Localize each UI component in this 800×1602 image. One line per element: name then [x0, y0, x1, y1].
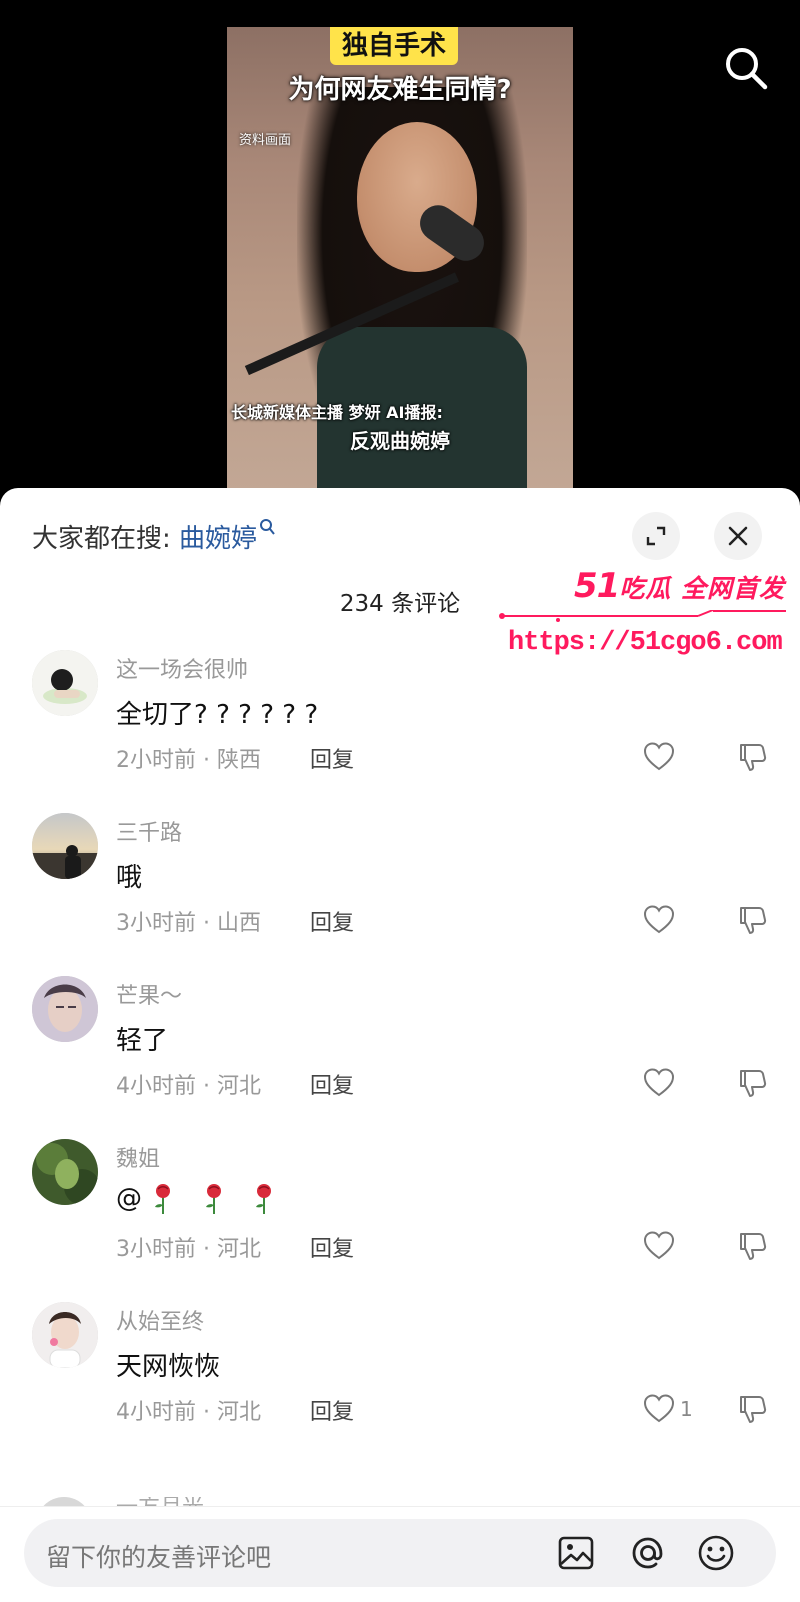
image-icon[interactable] — [556, 1533, 596, 1573]
reply-button[interactable]: 回复 — [310, 742, 354, 774]
comment-panel: 大家都在搜: 曲婉婷 234 条评论 51吃瓜 全网首发 https://51c… — [0, 488, 800, 1601]
comment-input-bar: 留下你的友善评论吧 — [0, 1506, 800, 1602]
watermark-brand: 51吃瓜 全网首发 — [574, 566, 786, 606]
video-caption-line2: 反观曲婉婷 — [350, 429, 450, 453]
comment-item: 魏姐 @ 3小时前 · 河北 回复 — [0, 1139, 800, 1299]
comment-username[interactable]: 芒果～ — [116, 978, 182, 1010]
heart-icon — [643, 1231, 675, 1260]
heart-icon — [643, 1394, 675, 1423]
comment-item: 芒果～ 轻了 4小时前 · 河北 回复 — [0, 976, 800, 1136]
rose-emoji-icon — [155, 1184, 171, 1214]
like-button[interactable] — [642, 1066, 680, 1100]
video-player[interactable]: 独自手术 为何网友难生同情? 资料画面 长城新媒体主播 梦妍 AI播报: 反观曲… — [227, 27, 573, 490]
comment-username[interactable]: 从始至终 — [116, 1304, 204, 1336]
mention-icon[interactable] — [628, 1533, 668, 1573]
close-button[interactable] — [714, 512, 762, 560]
rose-emoji-icon — [255, 1184, 271, 1214]
dislike-icon[interactable] — [736, 740, 770, 774]
close-icon — [728, 526, 748, 546]
comment-meta: 3小时前 · 山西 — [116, 911, 261, 936]
like-button[interactable] — [642, 740, 680, 774]
dislike-icon[interactable] — [736, 1229, 770, 1263]
rose-emoji-icon — [205, 1184, 221, 1214]
hot-search-prefix: 大家都在搜: — [32, 524, 180, 554]
video-source-label: 资料画面 — [239, 133, 292, 148]
dislike-icon[interactable] — [736, 1392, 770, 1426]
heart-icon — [643, 905, 675, 934]
like-button[interactable] — [642, 1229, 680, 1263]
comment-meta: 4小时前 · 河北 — [116, 1400, 261, 1425]
comment-item: 这一场会很帅 全切了? ? ? ? ? ? 2小时前 · 陕西 回复 — [0, 650, 800, 810]
video-caption-line1: 长城新媒体主播 梦妍 AI播报: — [231, 403, 443, 422]
like-count: 1 — [680, 1397, 693, 1421]
search-icon[interactable] — [722, 44, 770, 92]
comment-meta: 4小时前 · 河北 — [116, 1074, 261, 1099]
video-title: 为何网友难生同情? — [288, 75, 512, 105]
avatar[interactable] — [32, 976, 98, 1042]
comment-meta: 2小时前 · 陕西 — [116, 748, 261, 773]
dislike-icon[interactable] — [736, 1066, 770, 1100]
comment-input-placeholder: 留下你的友善评论吧 — [46, 1543, 272, 1572]
heart-icon — [643, 1068, 675, 1097]
comment-username[interactable]: 这一场会很帅 — [116, 652, 248, 684]
avatar[interactable] — [32, 813, 98, 879]
comment-item: 三千路 哦 3小时前 · 山西 回复 — [0, 813, 800, 973]
watermark-circuit-line — [499, 610, 786, 622]
comment-username[interactable]: 魏姐 — [116, 1141, 160, 1173]
expand-icon — [646, 526, 666, 546]
comment-meta: 3小时前 · 河北 — [116, 1237, 261, 1262]
comment-text: 哦 — [116, 863, 143, 893]
comment-username[interactable]: 三千路 — [116, 815, 182, 847]
hot-search-bar[interactable]: 大家都在搜: 曲婉婷 — [32, 518, 275, 555]
like-button[interactable] — [642, 903, 680, 937]
avatar[interactable] — [32, 1302, 98, 1368]
comment-text: 全切了? ? ? ? ? ? — [116, 700, 319, 730]
dislike-icon[interactable] — [736, 903, 770, 937]
comment-text: 轻了 — [116, 1026, 169, 1056]
comment-text: 天网恢恢 — [116, 1352, 221, 1382]
reply-button[interactable]: 回复 — [310, 1231, 354, 1263]
reply-button[interactable]: 回复 — [310, 905, 354, 937]
small-search-icon — [260, 519, 275, 535]
mention-symbol: @ — [116, 1183, 142, 1214]
reply-button[interactable]: 回复 — [310, 1394, 354, 1426]
heart-icon — [643, 742, 675, 771]
comment-item: 从始至终 天网恢恢 4小时前 · 河北 回复 1 — [0, 1302, 800, 1462]
hot-search-keyword[interactable]: 曲婉婷 — [179, 524, 257, 554]
like-button[interactable]: 1 — [642, 1392, 693, 1426]
reply-button[interactable]: 回复 — [310, 1068, 354, 1100]
avatar[interactable] — [32, 650, 98, 716]
expand-button[interactable] — [632, 512, 680, 560]
avatar[interactable] — [32, 1139, 98, 1205]
comment-text: @ — [116, 1183, 293, 1215]
video-topic-badge: 独自手术 — [330, 27, 459, 65]
emoji-icon[interactable] — [696, 1533, 736, 1573]
comment-input[interactable]: 留下你的友善评论吧 — [24, 1519, 776, 1587]
